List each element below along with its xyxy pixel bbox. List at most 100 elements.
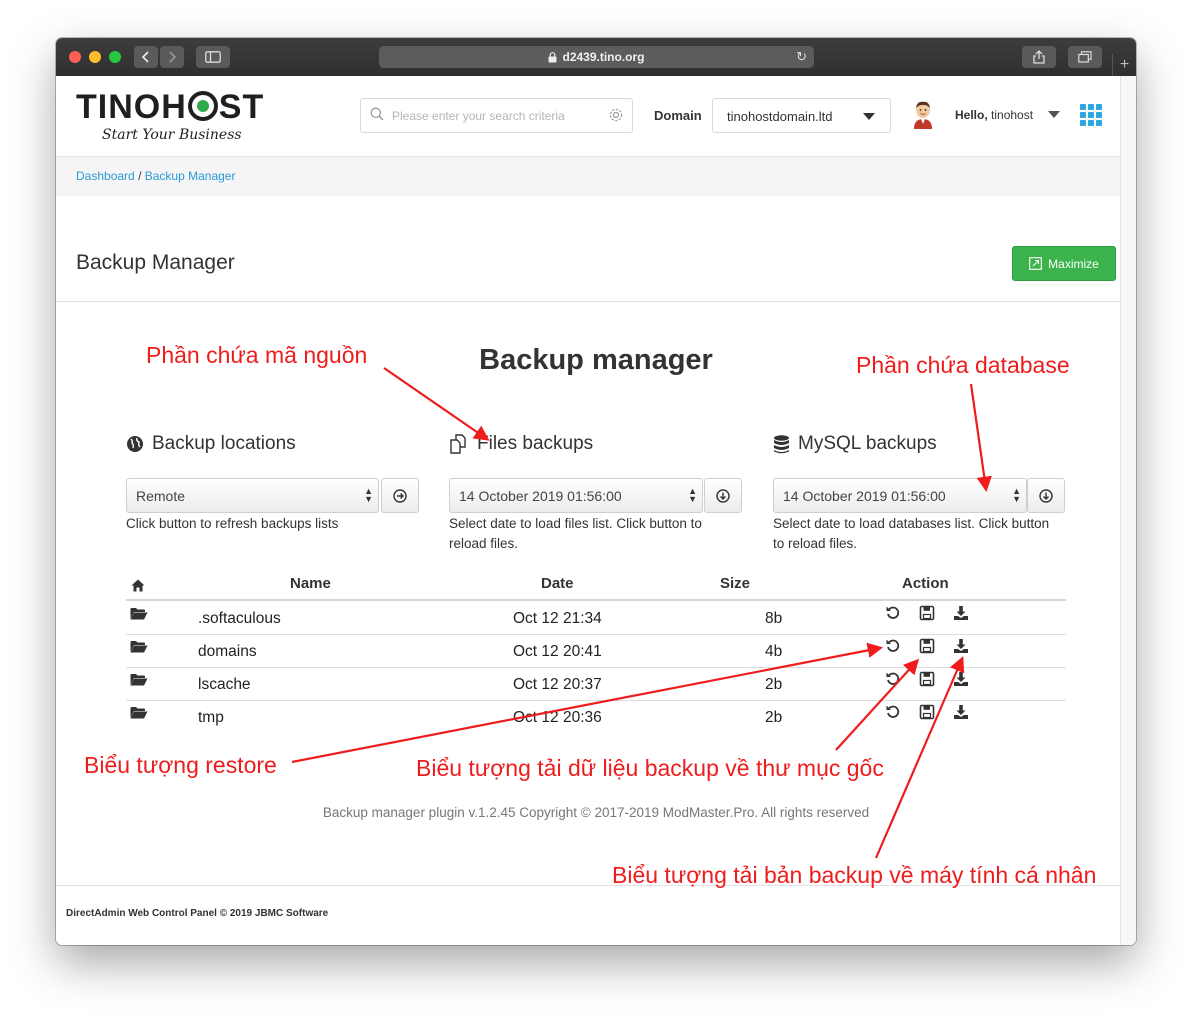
maximize-button[interactable]: Maximize [1012,246,1116,281]
avatar[interactable] [913,101,933,129]
reload-files-button[interactable] [704,478,742,513]
row-name[interactable]: lscache [198,676,251,694]
column-header-date[interactable]: Date [541,575,574,592]
files-backups-heading: Files backups [449,433,593,455]
gear-icon[interactable] [608,107,624,123]
breadcrumb-dashboard-link[interactable]: Dashboard [76,169,135,183]
search-input[interactable]: Please enter your search criteria [360,98,633,133]
mysql-backups-label: MySQL backups [798,433,937,454]
username: tinohost [991,108,1034,122]
arrow-circle-down-icon [1039,488,1053,503]
column-header-name[interactable]: Name [290,575,331,592]
annotation-source-code: Phần chứa mã nguồn [146,342,368,368]
copy-files-icon [450,434,466,454]
user-menu-chevron-icon[interactable] [1048,111,1060,118]
domain-select-value: tinohostdomain.ltd [727,109,833,124]
logo-text-start: TINOH [76,88,187,126]
sidebar-icon [205,51,221,63]
expand-icon [1029,257,1043,270]
backup-location-select[interactable]: Remote ▲ ▼ [126,478,379,513]
database-icon [774,434,789,453]
backup-locations-heading: Backup locations [126,433,296,455]
browser-titlebar: d2439.tino.org ↻ + [56,38,1136,76]
share-icon [1033,50,1045,64]
restore-icon[interactable] [885,671,901,687]
restore-icon[interactable] [885,704,901,720]
annotation-restore: Biểu tượng restore [84,752,277,778]
folder-open-icon[interactable] [130,640,148,653]
row-name[interactable]: .softaculous [198,610,281,628]
mysql-help-line-2: to reload files. [773,536,858,551]
folder-open-icon[interactable] [130,607,148,620]
row-date: Oct 12 20:36 [513,709,602,726]
minimize-window-button[interactable] [89,51,101,63]
browser-window: d2439.tino.org ↻ + TINOH ST Start Your Bu… [56,38,1136,945]
row-size: 2b [765,709,783,726]
home-icon[interactable] [131,579,145,592]
row-size: 8b [765,610,783,627]
new-tab-button[interactable]: + [1112,54,1136,76]
plus-icon: + [1119,56,1130,73]
save-icon[interactable] [919,605,935,621]
breadcrumb-bar: Dashboard / Backup Manager [56,156,1120,196]
download-icon[interactable] [953,704,969,720]
restore-icon[interactable] [885,638,901,654]
greeting-prefix: Hello, [955,108,988,122]
domain-select[interactable]: tinohostdomain.ltd [712,98,891,133]
scrollbar[interactable] [1120,76,1136,945]
back-button[interactable] [134,46,158,68]
logo-wordmark: TINOH ST [76,90,264,124]
row-date: Oct 12 20:41 [513,643,602,660]
close-window-button[interactable] [69,51,81,63]
folder-open-icon[interactable] [130,706,148,719]
row-date: Oct 12 21:34 [513,610,602,627]
user-greeting[interactable]: Hello, tinohost [955,108,1033,122]
breadcrumb: Dashboard / Backup Manager [76,169,235,183]
refresh-locations-button[interactable] [381,478,419,513]
share-button[interactable] [1022,46,1056,68]
row-date: Oct 12 20:37 [513,676,602,693]
column-header-size: Size [720,575,751,592]
tabs-icon [1078,51,1092,63]
reload-databases-button[interactable] [1027,478,1065,513]
site-header: TINOH ST Start Your Business Please enter… [56,76,1120,156]
folder-open-icon[interactable] [130,673,148,686]
mysql-help-line-1: Select date to load databases list. Clic… [773,516,1050,531]
files-help-line-2: reload files. [449,536,519,551]
apps-grid-icon[interactable] [1080,104,1102,126]
domain-label: Domain [654,108,702,123]
annotation-database: Phần chứa database [856,352,1070,378]
breadcrumb-current-link[interactable]: Backup Manager [145,169,236,183]
footer-copyright: DirectAdmin Web Control Panel © 2019 JBM… [66,908,329,919]
sidebar-toggle-button[interactable] [196,46,230,68]
save-icon[interactable] [919,704,935,720]
save-icon[interactable] [919,638,935,654]
url-text: d2439.tino.org [562,50,645,64]
annotation-download-pc: Biểu tượng tải bản backup về máy tính cá… [612,862,1097,888]
restore-icon[interactable] [885,605,901,621]
row-size: 4b [765,643,783,660]
select-arrows-icon: ▲ ▼ [1012,486,1021,504]
reload-icon[interactable]: ↻ [796,49,807,65]
forward-button[interactable] [160,46,184,68]
select-arrows-icon: ▲ ▼ [364,486,373,504]
address-bar[interactable]: d2439.tino.org ↻ [379,46,814,68]
logo-text-end: ST [218,88,265,126]
zoom-window-button[interactable] [109,51,121,63]
download-icon[interactable] [953,605,969,621]
row-name[interactable]: tmp [198,709,224,727]
table-row-divider [126,667,1066,668]
tabs-overview-button[interactable] [1068,46,1102,68]
download-icon[interactable] [953,638,969,654]
table-row-divider [126,700,1066,701]
mysql-backup-date-select[interactable]: 14 October 2019 01:56:00 ▲ ▼ [773,478,1027,513]
tinohost-logo[interactable]: TINOH ST Start Your Business [76,90,264,143]
download-icon[interactable] [953,671,969,687]
table-row-divider [126,634,1066,635]
files-backup-date-select[interactable]: 14 October 2019 01:56:00 ▲ ▼ [449,478,703,513]
save-icon[interactable] [919,671,935,687]
page-title: Backup Manager [76,251,235,274]
backup-location-value: Remote [136,488,186,504]
row-name[interactable]: domains [198,643,257,661]
annotation-download-root: Biểu tượng tải dữ liệu backup về thư mục… [416,755,884,781]
